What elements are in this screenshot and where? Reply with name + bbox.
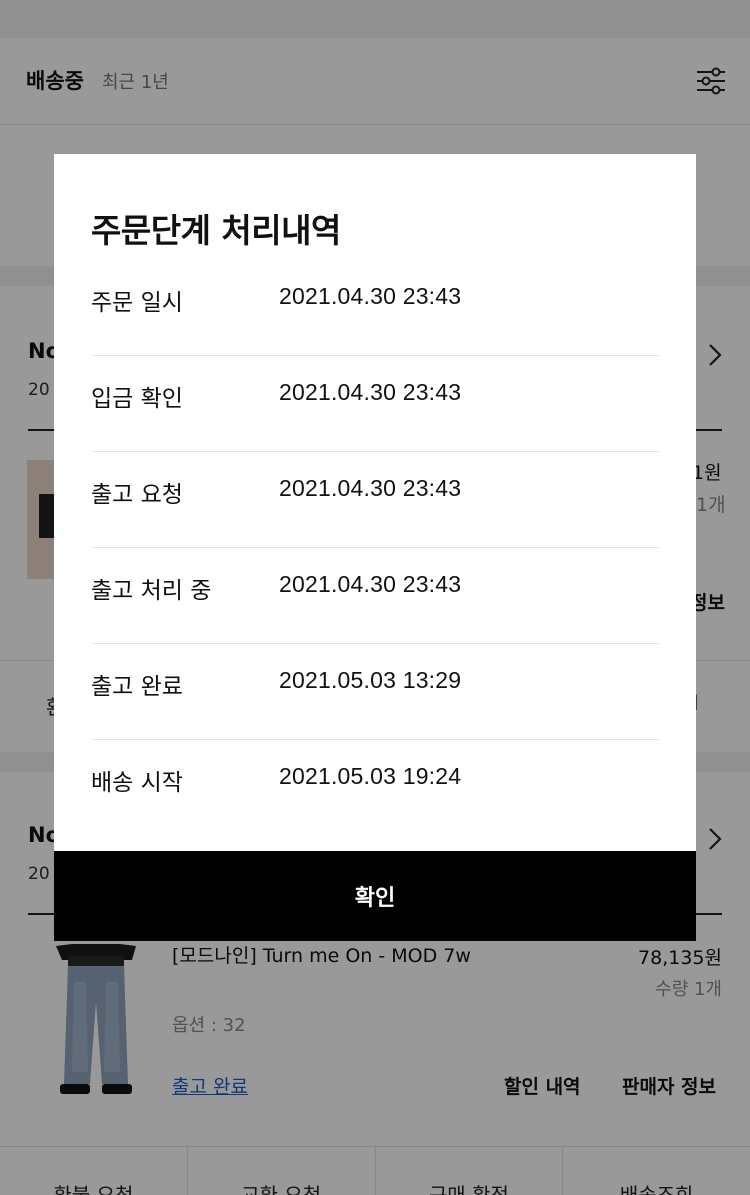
- step-time: 2021.04.30 23:43: [279, 283, 462, 309]
- step-time: 2021.04.30 23:43: [279, 571, 462, 597]
- order-step-row: 출고 처리 중 2021.04.30 23:43: [91, 548, 659, 644]
- order-step-row: 출고 요청 2021.04.30 23:43: [91, 452, 659, 548]
- step-time: 2021.05.03 13:29: [279, 667, 462, 693]
- step-label: 배송 시작: [91, 770, 183, 796]
- order-step-row: 출고 완료 2021.05.03 13:29: [91, 644, 659, 740]
- step-label: 출고 요청: [91, 482, 183, 508]
- modal-title: 주문단계 처리내역: [91, 211, 341, 250]
- step-label: 입금 확인: [91, 386, 183, 412]
- order-history-modal: 주문단계 처리내역 주문 일시 2021.04.30 23:43 입금 확인 2…: [54, 154, 696, 941]
- order-step-list: 주문 일시 2021.04.30 23:43 입금 확인 2021.04.30 …: [91, 260, 659, 836]
- step-label: 출고 완료: [91, 674, 183, 700]
- step-time: 2021.05.03 19:24: [279, 763, 462, 789]
- step-label: 주문 일시: [91, 290, 183, 316]
- step-time: 2021.04.30 23:43: [279, 475, 462, 501]
- confirm-button[interactable]: 확인: [54, 851, 696, 941]
- order-step-row: 배송 시작 2021.05.03 19:24: [91, 740, 659, 836]
- step-time: 2021.04.30 23:43: [279, 379, 462, 405]
- order-step-row: 입금 확인 2021.04.30 23:43: [91, 356, 659, 452]
- order-step-row: 주문 일시 2021.04.30 23:43: [91, 260, 659, 356]
- step-label: 출고 처리 중: [91, 578, 212, 604]
